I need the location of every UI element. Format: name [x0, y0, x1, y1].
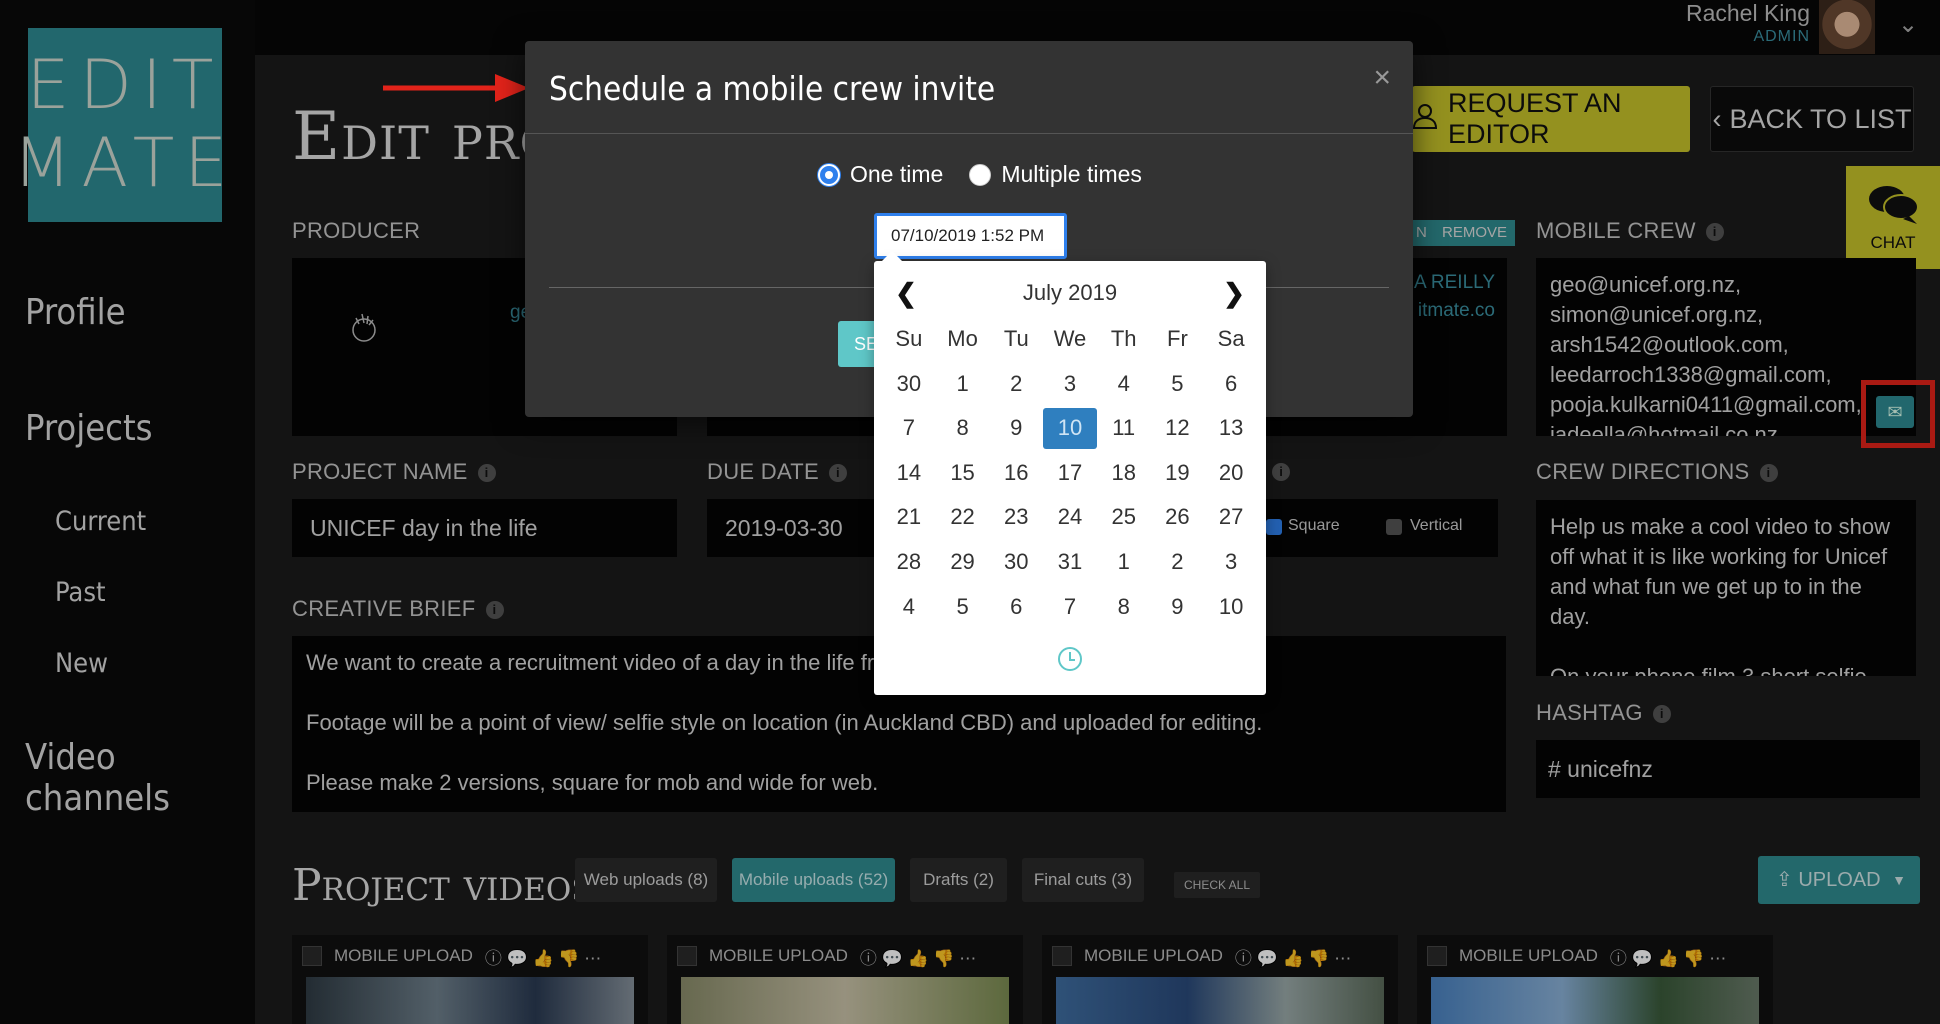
calendar-day[interactable]: 19	[1151, 451, 1205, 496]
clock-icon[interactable]	[1058, 647, 1082, 671]
calendar-day[interactable]: 18	[1097, 451, 1151, 496]
weekday-header: Mo	[947, 326, 978, 351]
calendar-day-selected[interactable]: 10	[1043, 408, 1097, 449]
modal-title: Schedule a mobile crew invite	[549, 69, 996, 108]
chevron-left-icon[interactable]: ❮	[886, 275, 926, 311]
calendar-day[interactable]: 7	[1043, 585, 1097, 630]
calendar-day[interactable]: 15	[936, 451, 990, 496]
calendar-day[interactable]: 20	[1204, 451, 1258, 496]
calendar-day[interactable]: 2	[1151, 540, 1205, 585]
calendar-header: ❮ July 2019 ❯	[874, 275, 1266, 311]
calendar-day[interactable]: 26	[1151, 495, 1205, 540]
calendar-day[interactable]: 16	[989, 451, 1043, 496]
calendar-day[interactable]: 24	[1043, 495, 1097, 540]
close-icon[interactable]: ×	[1373, 61, 1391, 95]
calendar-day[interactable]: 7	[882, 406, 936, 451]
calendar-month[interactable]: July 2019	[1023, 280, 1117, 305]
one-time-radio[interactable]	[818, 163, 840, 186]
calendar-day[interactable]: 28	[882, 540, 936, 585]
weekday-header: Tu	[1003, 326, 1029, 351]
calendar-day[interactable]: 10	[1204, 585, 1258, 630]
calendar-day[interactable]: 8	[1097, 585, 1151, 630]
divider	[525, 133, 1413, 134]
calendar-day[interactable]: 4	[1097, 362, 1151, 407]
calendar-day[interactable]: 6	[1204, 362, 1258, 407]
calendar-day[interactable]: 2	[989, 362, 1043, 407]
date-picker: ❮ July 2019 ❯ Su Mo Tu We Th Fr Sa 30 1 2 3 4 5 6 7 8 9 1…	[874, 251, 1266, 695]
calendar-day[interactable]: 27	[1204, 495, 1258, 540]
calendar-day[interactable]: 17	[1043, 451, 1097, 496]
weekday-header: Fr	[1167, 326, 1188, 351]
calendar-day[interactable]: 3	[1204, 540, 1258, 585]
calendar-day[interactable]: 30	[882, 362, 936, 407]
calendar-day[interactable]: 29	[936, 540, 990, 585]
calendar-day[interactable]: 23	[989, 495, 1043, 540]
frequency-options: One time Multiple times	[818, 161, 1142, 188]
calendar-day[interactable]: 1	[1097, 540, 1151, 585]
calendar-day[interactable]: 8	[936, 406, 990, 451]
calendar-day[interactable]: 30	[989, 540, 1043, 585]
red-arrow-annotation	[383, 74, 529, 102]
multiple-times-radio[interactable]	[969, 163, 992, 186]
calendar-day[interactable]: 1	[936, 362, 990, 407]
weekday-header: We	[1053, 326, 1087, 351]
calendar-day[interactable]: 4	[882, 585, 936, 630]
calendar-day[interactable]: 9	[989, 406, 1043, 451]
calendar-grid: Su Mo Tu We Th Fr Sa 30 1 2 3 4 5 6 7 8 9 10 11 12 13 14 15 16 1…	[882, 317, 1258, 629]
calendar-day[interactable]: 22	[936, 495, 990, 540]
calendar-day[interactable]: 14	[882, 451, 936, 496]
calendar-day[interactable]: 21	[882, 495, 936, 540]
calendar-day[interactable]: 31	[1043, 540, 1097, 585]
datetime-input[interactable]: 07/10/2019 1:52 PM	[874, 213, 1067, 259]
send-button[interactable]: SE	[838, 321, 878, 367]
one-time-label[interactable]: One time	[850, 161, 943, 188]
weekday-header: Su	[895, 326, 923, 351]
calendar-day[interactable]: 5	[1151, 362, 1205, 407]
calendar-day[interactable]: 25	[1097, 495, 1151, 540]
calendar-day[interactable]: 9	[1151, 585, 1205, 630]
calendar-day[interactable]: 13	[1204, 406, 1258, 451]
calendar-day[interactable]: 12	[1151, 406, 1205, 451]
calendar-day[interactable]: 11	[1097, 406, 1151, 451]
chevron-right-icon[interactable]: ❯	[1214, 275, 1254, 311]
calendar-day[interactable]: 5	[936, 585, 990, 630]
calendar-day[interactable]: 6	[989, 585, 1043, 630]
multiple-times-label[interactable]: Multiple times	[1001, 161, 1142, 188]
weekday-header: Sa	[1217, 326, 1245, 351]
weekday-header: Th	[1110, 326, 1137, 351]
calendar-day[interactable]: 3	[1043, 362, 1097, 407]
